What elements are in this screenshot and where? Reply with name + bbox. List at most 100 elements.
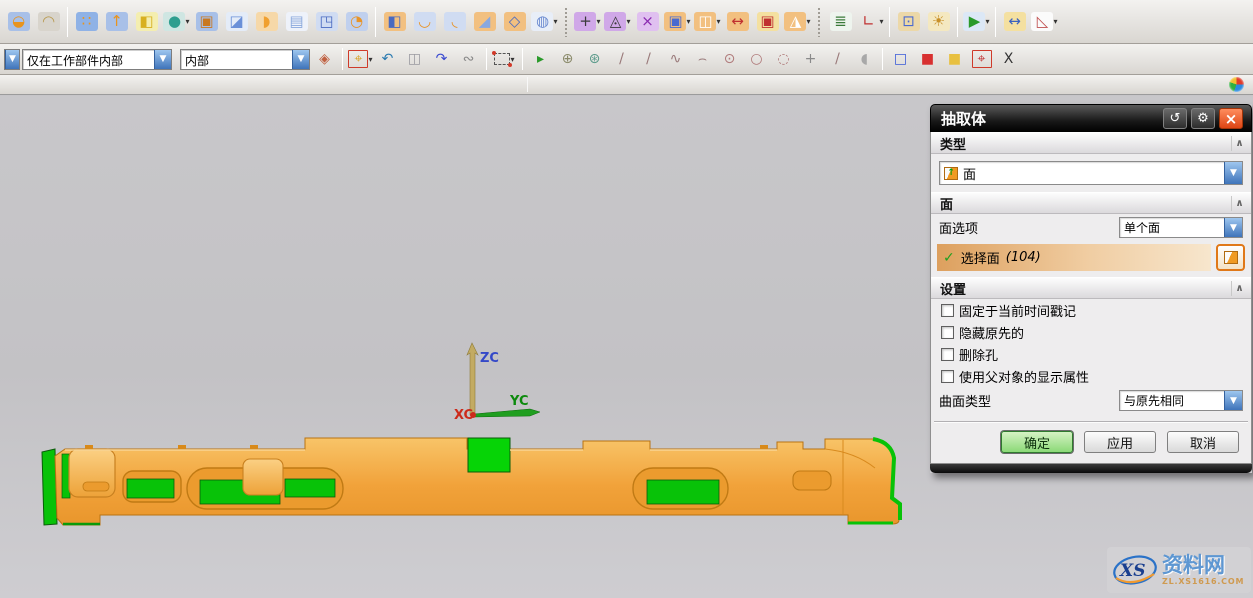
visualization-preferences-icon[interactable]: ☀ xyxy=(924,5,953,39)
extrude-boss-icon[interactable]: ↑ xyxy=(102,5,131,39)
bend-sheet-icon[interactable]: ◗ xyxy=(252,5,281,39)
snap-handles-icon[interactable]: ⊕ xyxy=(555,46,580,72)
collapse-chevron-icon[interactable]: ∧ xyxy=(1231,281,1247,296)
mirror-object-icon[interactable]: ◫▾ xyxy=(693,5,722,39)
flange-icon[interactable]: ◡ xyxy=(410,5,439,39)
select-face-active-field[interactable]: ✓ 选择面 (104) xyxy=(937,244,1211,271)
slot-b-highlight-right[interactable] xyxy=(285,479,335,497)
chevron-down-icon[interactable]: ▼ xyxy=(1224,218,1242,237)
sphere-feature-icon[interactable]: ◍▾ xyxy=(530,5,559,39)
chevron-down-icon[interactable]: ▾ xyxy=(185,17,189,26)
measure-distance-icon[interactable]: ↔ xyxy=(1000,5,1029,39)
chevron-down-icon[interactable]: ▼ xyxy=(5,50,19,69)
snap-face-icon[interactable]: ◖ xyxy=(852,46,877,72)
selection-filter-combo[interactable]: 内部 ▼ xyxy=(180,49,310,70)
chevron-down-icon[interactable]: ▾ xyxy=(879,17,883,26)
chevron-down-icon[interactable]: ▾ xyxy=(368,55,372,64)
undo-icon[interactable]: ↶ xyxy=(375,46,400,72)
reset-icon[interactable]: ↺ xyxy=(1163,108,1187,129)
pattern-feature-icon[interactable]: ∷ xyxy=(72,5,101,39)
snap-rotate-icon[interactable]: ⊛ xyxy=(582,46,607,72)
snap-quadrant-icon[interactable]: ◌ xyxy=(771,46,796,72)
delete-object-icon[interactable]: × xyxy=(633,5,662,39)
bounded-plane-icon[interactable]: ◧ xyxy=(380,5,409,39)
snap-arc-icon[interactable]: ⌢ xyxy=(690,46,715,72)
rectangle-select-icon[interactable]: ▾ xyxy=(492,46,517,72)
update-display-icon[interactable] xyxy=(1229,77,1244,92)
wcs-dynamics-icon[interactable]: ∟▾ xyxy=(856,5,885,39)
draft-angle-icon[interactable]: ◠ xyxy=(34,5,63,39)
chevron-down-icon[interactable]: ▾ xyxy=(553,17,557,26)
chevron-down-icon[interactable]: ▼ xyxy=(154,50,171,69)
checkbox[interactable] xyxy=(941,304,954,317)
move-region-icon[interactable]: ◧ xyxy=(132,5,161,39)
cancel-button[interactable]: 取消 xyxy=(1167,431,1239,453)
close-icon[interactable]: × xyxy=(1219,108,1243,129)
shaded-cube-icon[interactable]: ■ xyxy=(942,46,967,72)
face-option-select[interactable]: 单个面 ▼ xyxy=(1119,217,1243,238)
graphics-viewport[interactable]: ZC YC XC xyxy=(0,96,1253,598)
collapse-chevron-icon[interactable]: ∧ xyxy=(1231,136,1247,151)
wcs-triad[interactable]: ZC YC XC xyxy=(452,329,552,424)
chevron-down-icon[interactable]: ▾ xyxy=(596,17,600,26)
chevron-down-icon[interactable]: ▼ xyxy=(1224,391,1242,410)
update-mechanism-icon[interactable]: ▶▾ xyxy=(962,5,991,39)
snap-circle-icon[interactable]: ○ xyxy=(744,46,769,72)
wireframe-cube-icon[interactable]: □ xyxy=(888,46,913,72)
measure-body-icon[interactable]: ↔ xyxy=(723,5,752,39)
center-boss[interactable] xyxy=(243,459,283,495)
checkbox[interactable] xyxy=(941,370,954,383)
type-select[interactable]: ↑ 面 ▼ xyxy=(939,161,1243,185)
show-hide-object-icon[interactable]: ▣ xyxy=(753,5,782,39)
checkbox[interactable] xyxy=(941,348,954,361)
draft-body-icon[interactable]: ◇ xyxy=(500,5,529,39)
snap-center-icon[interactable]: ⊙ xyxy=(717,46,742,72)
target-point-icon[interactable]: ⌖ xyxy=(969,46,994,72)
shell-body-icon[interactable]: ◳ xyxy=(312,5,341,39)
layer-settings-icon[interactable]: ≣ xyxy=(826,5,855,39)
snap-endpoint-icon[interactable]: / xyxy=(609,46,634,72)
slot-a-highlight-face[interactable] xyxy=(127,479,174,498)
redo-target-icon[interactable]: ↷ xyxy=(429,46,454,72)
face-selection-cube-button[interactable] xyxy=(1216,244,1245,271)
snap-toggle-icon[interactable]: ▸ xyxy=(528,46,553,72)
clamp-icon[interactable]: ∾ xyxy=(456,46,481,72)
surface-type-select[interactable]: 与原先相同 ▼ xyxy=(1119,390,1243,411)
slot-e[interactable] xyxy=(793,471,831,490)
view-cube-icon[interactable]: ◈ xyxy=(312,46,337,72)
chevron-down-icon[interactable]: ▾ xyxy=(686,17,690,26)
z-axis-arrow[interactable] xyxy=(467,343,478,415)
chevron-down-icon[interactable]: ▾ xyxy=(626,17,630,26)
dialog-titlebar[interactable]: 抽取体 ↺ ⚙ × xyxy=(930,104,1252,132)
section-header-face[interactable]: 面 ∧ xyxy=(931,192,1251,214)
offset-surface-icon[interactable]: ◔ xyxy=(342,5,371,39)
solid-cube-icon[interactable]: ■ xyxy=(915,46,940,72)
chevron-down-icon[interactable]: ▾ xyxy=(716,17,720,26)
chevron-down-icon[interactable]: ▾ xyxy=(985,17,989,26)
section-header-type[interactable]: 类型 ∧ xyxy=(931,132,1251,154)
measure-angle-icon[interactable]: ◺▾ xyxy=(1030,5,1059,39)
dialog-resize-bar[interactable] xyxy=(930,464,1252,473)
chevron-down-icon[interactable]: ▾ xyxy=(806,17,810,26)
unite-boolean-icon[interactable]: ●▾ xyxy=(162,5,191,39)
measure-xy-icon[interactable]: X xyxy=(996,46,1021,72)
slot-d-highlight-face[interactable] xyxy=(647,480,719,504)
snap-spline-icon[interactable]: ∿ xyxy=(663,46,688,72)
move-object-icon[interactable]: +▾ xyxy=(573,5,602,39)
chevron-down-icon[interactable]: ▼ xyxy=(292,50,309,69)
chevron-down-icon[interactable]: ▾ xyxy=(1053,17,1057,26)
apply-button[interactable]: 应用 xyxy=(1084,431,1156,453)
split-sheet-icon[interactable]: ◪ xyxy=(222,5,251,39)
ok-button[interactable]: 确定 xyxy=(1001,431,1073,453)
hidden-filter-combo[interactable]: ▼ xyxy=(4,49,20,70)
object-display-icon[interactable]: ◮▾ xyxy=(783,5,812,39)
snap-intersection-icon[interactable]: + xyxy=(798,46,823,72)
top-highlight-face[interactable] xyxy=(468,438,510,472)
rotate-object-icon[interactable]: ◬▾ xyxy=(603,5,632,39)
toolbar-drag-handle[interactable] xyxy=(817,7,821,37)
cad-model[interactable] xyxy=(35,428,915,532)
boss-pad-icon[interactable]: ◒ xyxy=(4,5,33,39)
eraser-icon[interactable]: ◫ xyxy=(402,46,427,72)
checkbox[interactable] xyxy=(941,326,954,339)
trim-body-icon[interactable]: ▣ xyxy=(192,5,221,39)
